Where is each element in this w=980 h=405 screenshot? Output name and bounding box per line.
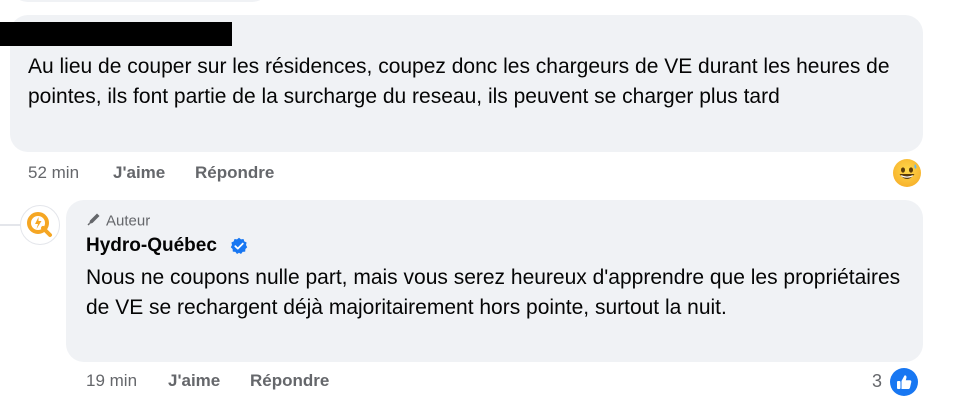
author-name[interactable]: Hydro-Québec	[86, 235, 217, 257]
reply-button[interactable]: Répondre	[195, 163, 274, 183]
comment-text: Au lieu de couper sur les résidences, co…	[28, 55, 890, 108]
pen-icon	[86, 211, 102, 231]
thread-connector-line	[0, 224, 20, 226]
author-badge-label: Auteur	[106, 212, 151, 230]
grinning-sweat-emoji-icon[interactable]	[893, 159, 921, 187]
reply-button[interactable]: Répondre	[250, 371, 329, 391]
reply-text: Nous ne coupons nulle part, mais vous se…	[86, 266, 901, 319]
hydro-quebec-avatar[interactable]	[20, 205, 60, 245]
redacted-author-name	[0, 22, 232, 46]
verified-badge-icon	[230, 237, 248, 255]
like-button[interactable]: J'aime	[168, 371, 220, 391]
reply-timestamp[interactable]: 19 min	[86, 371, 137, 391]
like-button[interactable]: J'aime	[113, 163, 165, 183]
previous-comment-bubble	[10, 0, 270, 2]
reaction-count[interactable]: 3	[872, 371, 882, 392]
author-badge: Auteur	[86, 211, 150, 231]
thumbs-up-icon[interactable]	[890, 368, 918, 396]
comment-timestamp[interactable]: 52 min	[28, 163, 79, 183]
